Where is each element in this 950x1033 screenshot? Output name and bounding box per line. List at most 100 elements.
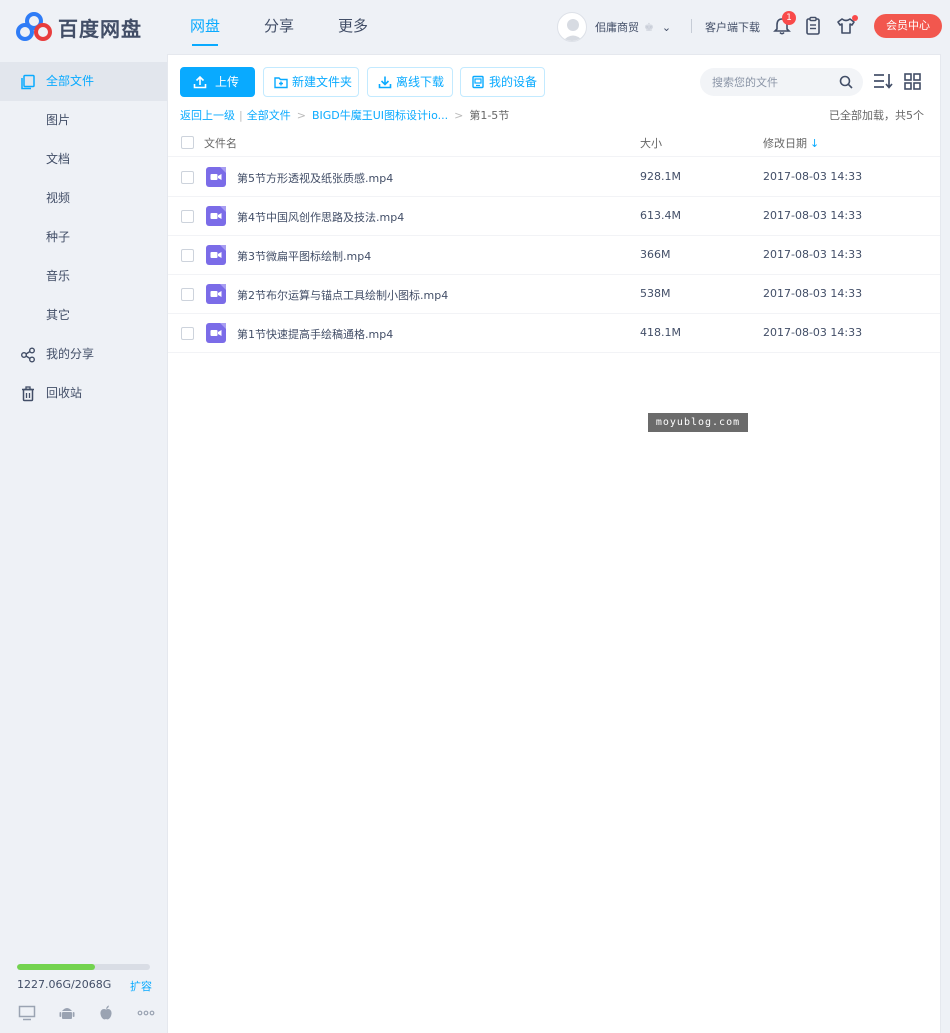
nav-more[interactable]: 更多 [338,0,368,54]
column-size[interactable]: 大小 [640,135,662,151]
table-header: 文件名 大小 修改日期 ↓ [168,127,940,157]
nav-share[interactable]: 分享 [264,0,294,54]
file-modified-date: 2017-08-03 14:33 [763,170,863,183]
breadcrumb-separator: > [454,108,464,122]
my-devices-button[interactable]: 我的设备 [460,67,545,97]
sidebar-item-label: 图片 [46,113,71,127]
offline-download-label: 离线下载 [396,75,445,89]
table-row[interactable]: 第3节微扁平图标绘制.mp4 366M 2017-08-03 14:33 [168,236,940,275]
row-checkbox[interactable] [181,210,194,223]
my-devices-label: 我的设备 [489,75,538,89]
breadcrumb-back[interactable]: 返回上一级 [180,107,235,123]
table-row[interactable]: 第4节中国风创作思路及技法.mp4 613.4M 2017-08-03 14:33 [168,197,940,236]
file-modified-date: 2017-08-03 14:33 [763,287,863,300]
sidebar-item-label: 音乐 [46,269,71,283]
expand-storage-link[interactable]: 扩容 [130,978,152,994]
client-download-link[interactable]: 客户端下载 [705,19,760,35]
avatar-icon [562,19,584,41]
file-name[interactable]: 第1节快速提高手绘稿通格.mp4 [237,326,393,342]
sidebar-item-images[interactable]: 图片 [0,101,167,140]
chevron-down-icon[interactable]: ⌄ [662,21,671,34]
avatar[interactable] [557,12,587,42]
baidu-netdisk-logo[interactable]: 百度网盘 [16,12,142,42]
file-modified-date: 2017-08-03 14:33 [763,326,863,339]
vip-level-icon: ♚ [644,20,654,34]
sidebar-item-label: 种子 [46,230,71,244]
video-file-icon [206,323,226,343]
apple-icon[interactable] [97,1005,115,1021]
column-modified-date-label: 修改日期 [763,137,807,150]
vip-center-button[interactable]: 会员中心 [874,14,942,38]
files-icon [21,74,35,90]
file-size: 538M [640,287,671,300]
new-folder-label: 新建文件夹 [292,75,353,89]
column-modified-date[interactable]: 修改日期 ↓ [763,135,819,151]
video-file-icon [206,245,226,265]
row-checkbox[interactable] [181,171,194,184]
sidebar-item-label: 其它 [46,308,71,322]
sidebar-item-label: 回收站 [46,386,83,400]
new-folder-button[interactable]: 新建文件夹 [263,67,359,97]
video-file-icon [206,167,226,187]
column-filename[interactable]: 文件名 [204,135,237,151]
sort-down-arrow-icon: ↓ [810,137,820,150]
file-size: 613.4M [640,209,681,222]
row-checkbox[interactable] [181,288,194,301]
sidebar-item-my-shares[interactable]: 我的分享 [0,335,167,374]
skin-new-dot [852,15,858,21]
file-size: 928.1M [640,170,681,183]
sidebar-item-recycle-bin[interactable]: 回收站 [0,374,167,413]
sidebar-item-other[interactable]: 其它 [0,296,167,335]
watermark: moyublog.com [648,413,748,432]
file-modified-date: 2017-08-03 14:33 [763,248,863,261]
grid-view-icon[interactable] [902,71,924,91]
sidebar-item-torrents[interactable]: 种子 [0,218,167,257]
search-box [700,68,863,96]
upload-label: 上传 [215,75,240,89]
file-name[interactable]: 第5节方形透视及纸张质感.mp4 [237,170,393,186]
top-header: 百度网盘 网盘 分享 更多 佀庸商贸 ♚ ⌄ 客户端下载 1 会员中心 [0,0,950,54]
logo-text: 百度网盘 [58,16,142,41]
search-input[interactable] [700,68,826,96]
sort-order-icon[interactable] [872,71,894,91]
sidebar-item-label: 文档 [46,152,71,166]
notification-badge: 1 [782,11,796,25]
upload-button[interactable]: 上传 [180,67,255,97]
clipboard-icon[interactable] [803,16,823,36]
storage-quota-bar [17,964,150,970]
table-row[interactable]: 第1节快速提高手绘稿通格.mp4 418.1M 2017-08-03 14:33 [168,314,940,353]
sidebar-item-all-files[interactable]: 全部文件 [0,62,167,101]
table-row[interactable]: 第5节方形透视及纸张质感.mp4 928.1M 2017-08-03 14:33 [168,158,940,197]
breadcrumb-root[interactable]: 全部文件 [247,107,291,123]
sidebar-item-label: 全部文件 [46,74,95,88]
row-checkbox[interactable] [181,249,194,262]
video-file-icon [206,206,226,226]
breadcrumb-folder[interactable]: BIGD牛魔王UI图标设计io... [312,107,448,123]
storage-quota-fill [17,964,96,970]
row-checkbox[interactable] [181,327,194,340]
storage-quota-text: 1227.06G/2068G [17,978,112,991]
table-row[interactable]: 第2节布尔运算与锚点工具绘制小图标.mp4 538M 2017-08-03 14:3… [168,275,940,314]
select-all-checkbox[interactable] [181,136,194,149]
file-name[interactable]: 第4节中国风创作思路及技法.mp4 [237,209,404,225]
sidebar-item-documents[interactable]: 文档 [0,140,167,179]
nav-netdisk[interactable]: 网盘 [190,0,220,54]
pc-icon[interactable] [18,1005,36,1021]
more-icon[interactable] [137,1005,155,1021]
sidebar-item-music[interactable]: 音乐 [0,257,167,296]
file-name[interactable]: 第3节微扁平图标绘制.mp4 [237,248,371,264]
search-icon[interactable] [839,75,853,89]
trash-icon [22,386,34,402]
sidebar-item-videos[interactable]: 视频 [0,179,167,218]
android-icon[interactable] [58,1005,76,1021]
user-menu[interactable]: 佀庸商贸 ♚ ⌄ [557,12,671,42]
sidebar-item-label: 我的分享 [46,347,95,361]
offline-download-button[interactable]: 离线下载 [367,67,453,97]
share-icon [21,347,35,363]
header-divider [691,19,692,33]
file-size: 366M [640,248,671,261]
breadcrumb-divider: | [239,108,243,122]
file-name[interactable]: 第2节布尔运算与锚点工具绘制小图标.mp4 [237,287,448,303]
breadcrumb-separator: > [296,108,306,122]
username: 佀庸商贸 [595,21,639,34]
